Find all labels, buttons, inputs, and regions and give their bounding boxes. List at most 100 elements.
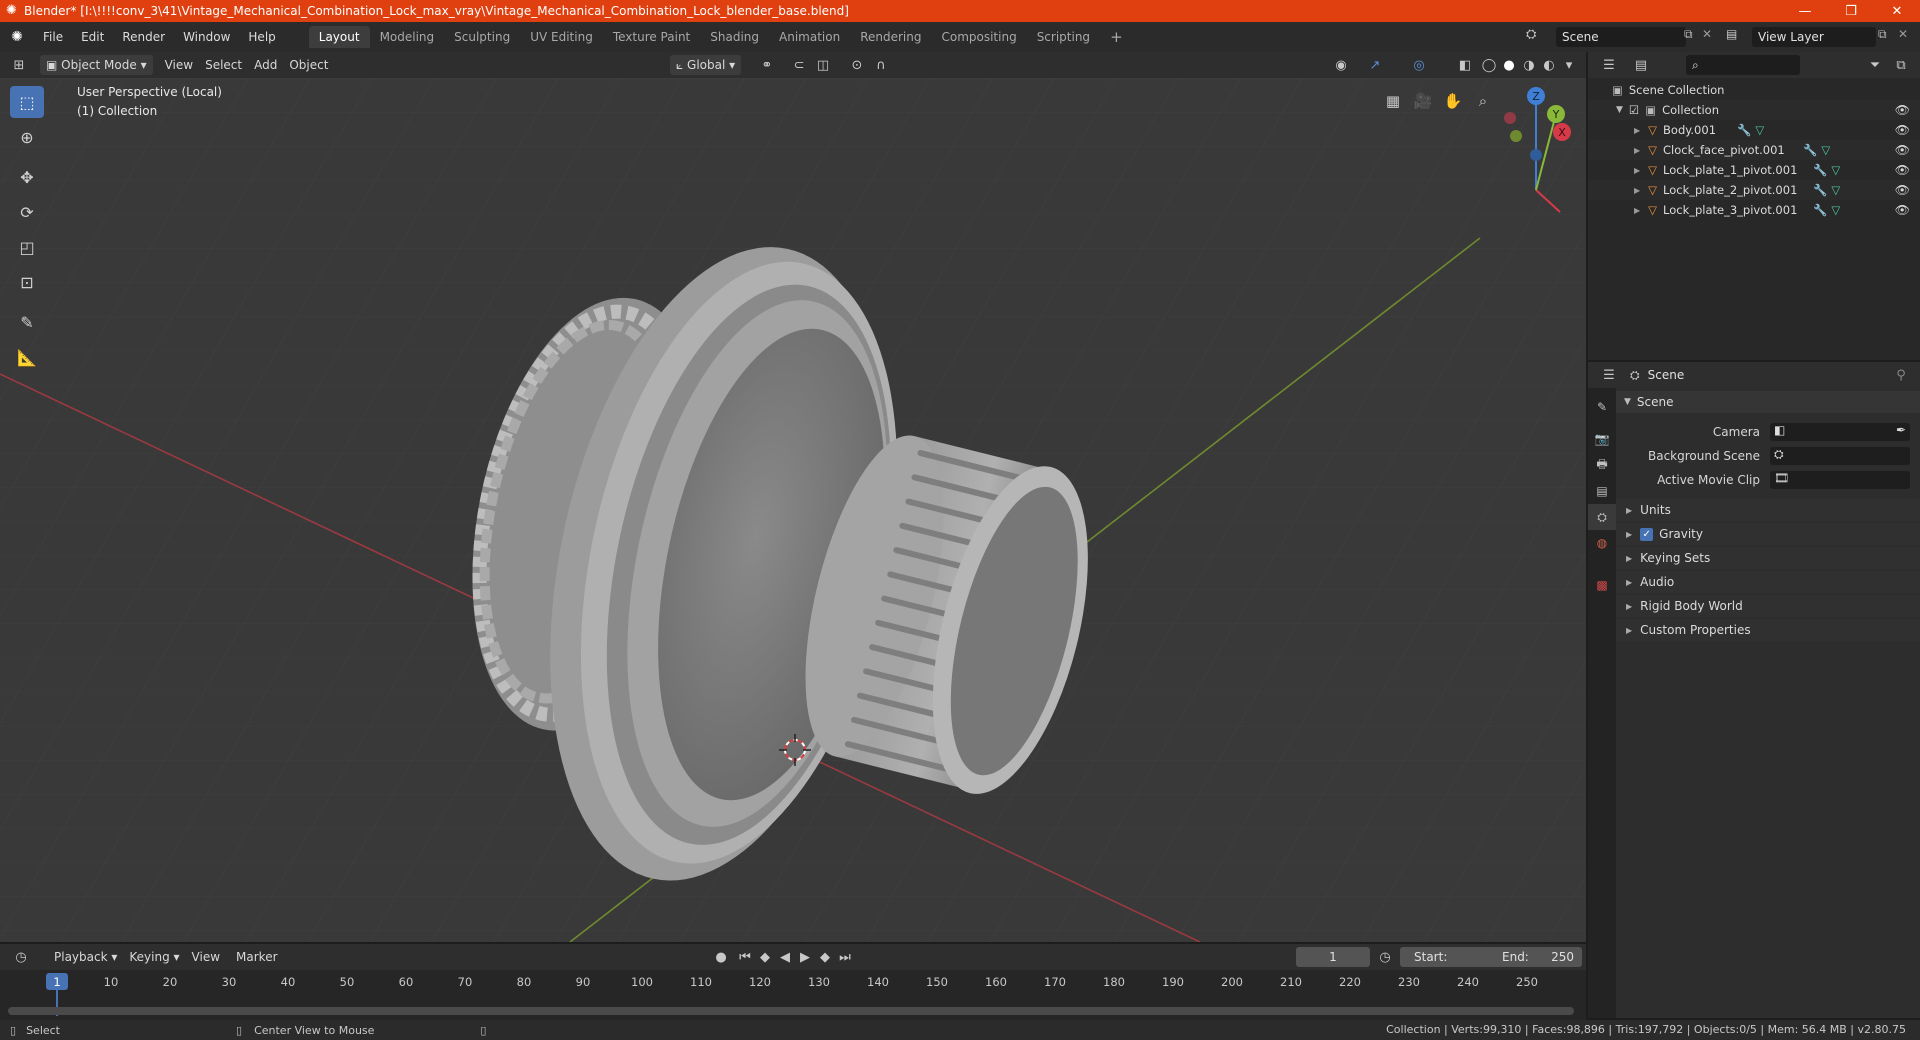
custom-properties-panel-header[interactable]: ▶ Custom Properties [1616,619,1920,641]
snap-target-icon[interactable]: ◫ [812,55,834,75]
render-tab-icon[interactable]: 📷 [1588,426,1616,452]
view-layer-tab-icon[interactable]: ▤ [1588,478,1616,504]
select-box-tool-icon[interactable]: ⬚ [10,86,44,118]
proportional-edit-icon[interactable]: ⊙ [846,55,868,75]
menu-render[interactable]: Render [113,26,174,48]
blender-menu-icon[interactable]: ✺ [0,29,34,45]
background-scene-field[interactable]: ⛭ [1770,447,1910,465]
editor-type-icon[interactable]: ⊞ [8,55,30,75]
snap-icon[interactable]: ⊂ [788,55,810,75]
menu-edit[interactable]: Edit [72,26,113,48]
tree-item-object[interactable]: ▶ ▽ Body.001 🔧 ▽ 👁 [1588,120,1920,140]
tab-compositing[interactable]: Compositing [931,26,1026,48]
tab-animation[interactable]: Animation [769,26,850,48]
eyedropper-icon[interactable]: ✒ [1896,423,1906,437]
eye-icon[interactable]: 👁 [1895,143,1910,157]
scene-panel-header[interactable]: ▼ Scene [1616,391,1920,413]
eye-icon[interactable]: 👁 [1895,123,1910,137]
preview-range-icon[interactable]: ◷ [1374,947,1396,967]
zoom-view-icon[interactable]: ⌕ [1470,88,1496,114]
move-tool-icon[interactable]: ✥ [10,161,44,193]
timeline-scrollbar[interactable] [8,1007,1574,1015]
new-view-layer-icon[interactable]: ⧉ [1878,27,1887,42]
tree-item-object[interactable]: ▶ ▽ Lock_plate_2_pivot.001 🔧 ▽ 👁 [1588,180,1920,200]
texture-tab-icon[interactable]: ▩ [1588,572,1616,598]
world-tab-icon[interactable]: ◍ [1588,530,1616,556]
expand-arrow-icon[interactable]: ▶ [1634,206,1640,215]
rotate-tool-icon[interactable]: ⟳ [10,196,44,228]
play-icon[interactable]: ▶ [794,947,816,967]
tab-sculpting[interactable]: Sculpting [444,26,520,48]
menu-view[interactable]: View [159,55,199,75]
material-shading-icon[interactable]: ◑ [1518,55,1540,75]
expand-arrow-icon[interactable]: ▶ [1634,126,1640,135]
maximize-button[interactable]: ❐ [1828,0,1874,22]
units-panel-header[interactable]: ▶ Units [1616,499,1920,521]
transform-orientation-selector[interactable]: ⟀ Global ▾ [670,55,742,75]
jump-start-icon[interactable]: ⏮ [734,947,756,967]
keying-sets-panel-header[interactable]: ▶ Keying Sets [1616,547,1920,569]
xray-toggle-icon[interactable]: ◧ [1454,55,1476,75]
pin-icon[interactable]: ⚲ [1890,365,1912,385]
visibility-icon[interactable]: ◉ [1330,55,1352,75]
outliner-editor-type-icon[interactable]: ☰ [1598,55,1620,75]
tab-scripting[interactable]: Scripting [1027,26,1100,48]
active-movie-clip-field[interactable]: 🎞 [1770,471,1910,489]
tree-item-object[interactable]: ▶ ▽ Clock_face_pivot.001 🔧 ▽ 👁 [1588,140,1920,160]
next-keyframe-icon[interactable]: ◆ [814,947,836,967]
eye-icon[interactable]: 👁 [1895,183,1910,197]
solid-shading-icon[interactable]: ● [1498,55,1520,75]
pivot-point-icon[interactable]: ⚭ [756,55,778,75]
menu-window[interactable]: Window [174,26,239,48]
remove-scene-icon[interactable]: ✕ [1702,27,1712,41]
wireframe-shading-icon[interactable]: ◯ [1478,55,1500,75]
menu-timeline-view[interactable]: View [186,947,226,967]
audio-panel-header[interactable]: ▶ Audio [1616,571,1920,593]
close-button[interactable]: ✕ [1874,0,1920,22]
tab-layout[interactable]: Layout [308,26,370,48]
tree-item-object[interactable]: ▶ ▽ Lock_plate_3_pivot.001 🔧 ▽ 👁 [1588,200,1920,220]
view-layer-selector[interactable]: View Layer [1752,27,1876,47]
menu-marker[interactable]: Marker [230,947,283,967]
mode-selector[interactable]: ▣ Object Mode ▾ [40,55,153,75]
camera-view-icon[interactable]: 🎥 [1410,88,1436,114]
shading-options-icon[interactable]: ▾ [1558,55,1580,75]
expand-arrow-icon[interactable]: ▶ [1634,166,1640,175]
outliner-search-input[interactable]: ⌕ [1686,55,1800,75]
overlay-toggle-icon[interactable]: ◎ [1408,55,1430,75]
remove-view-layer-icon[interactable]: ✕ [1898,27,1908,41]
timeline-editor-type-icon[interactable]: ◷ [10,947,32,967]
eye-icon[interactable]: 👁 [1895,103,1910,117]
tree-item-object[interactable]: ▶ ▽ Lock_plate_1_pivot.001 🔧 ▽ 👁 [1588,160,1920,180]
eye-icon[interactable]: 👁 [1895,203,1910,217]
falloff-icon[interactable]: ∩ [870,55,892,75]
display-mode-icon[interactable]: ▤ [1630,55,1652,75]
menu-object[interactable]: Object [283,55,334,75]
scale-tool-icon[interactable]: ◰ [10,231,44,263]
expand-arrow-icon[interactable]: ▶ [1634,186,1640,195]
tab-texture-paint[interactable]: Texture Paint [603,26,700,48]
transform-tool-icon[interactable]: ⊡ [10,266,44,298]
scene-tab-icon[interactable]: ⛭ [1588,504,1616,530]
filter-icon[interactable]: ⏷ [1864,55,1886,75]
gizmo-toggle-icon[interactable]: ↗ [1364,55,1386,75]
annotate-tool-icon[interactable]: ✎ [10,306,44,338]
scene-selector[interactable]: Scene [1556,27,1686,47]
expand-arrow-icon[interactable]: ▶ [1634,146,1640,155]
measure-tool-icon[interactable]: 📐 [10,341,44,373]
jump-end-icon[interactable]: ⏭ [834,947,856,967]
menu-select[interactable]: Select [199,55,248,75]
tree-item-collection[interactable]: ▼ ☑ ▣ Collection 👁 [1588,100,1920,120]
view-layer-icon[interactable]: ▤ [1726,27,1737,41]
tab-modeling[interactable]: Modeling [370,26,445,48]
end-frame-field[interactable]: End: 250 [1488,947,1582,967]
menu-add[interactable]: Add [248,55,283,75]
new-collection-icon[interactable]: ⧉ [1890,55,1912,75]
menu-file[interactable]: File [34,26,72,48]
checkbox-icon[interactable]: ☑ [1629,103,1639,117]
tree-item-scene-collection[interactable]: ▣ Scene Collection [1588,80,1920,100]
scene-icon[interactable]: ⛭ [1526,27,1536,42]
tab-rendering[interactable]: Rendering [850,26,931,48]
menu-help[interactable]: Help [239,26,284,48]
gravity-panel-header[interactable]: ▶ ✓ Gravity [1616,523,1920,545]
